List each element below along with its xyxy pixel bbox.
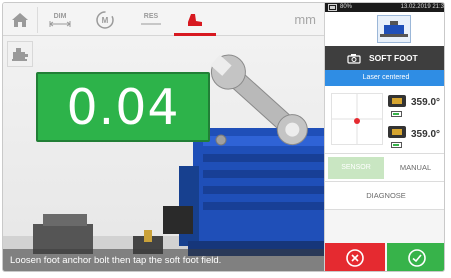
sensor-battery-icon xyxy=(391,111,402,117)
sensor-display: 359.0° 359.0° xyxy=(325,86,444,154)
sensor-angle-top: 359.0° xyxy=(411,97,441,108)
home-button[interactable] xyxy=(3,3,37,36)
dimensions-button[interactable]: DIM xyxy=(39,3,81,36)
status-datetime: 13.02.2019 21:3 xyxy=(400,4,444,10)
machine-thumbnail-icon xyxy=(380,21,408,37)
measure-rotation-icon: M xyxy=(96,10,114,29)
active-tab-indicator xyxy=(174,33,216,36)
results-button[interactable]: RES xyxy=(129,3,173,36)
unit-label[interactable]: mm xyxy=(294,12,316,27)
app-window: 0.04 DIM M RES mm Loosen foot anchor bol… xyxy=(2,2,445,272)
machine-view-button[interactable] xyxy=(7,41,33,67)
machine-thumbnail-area xyxy=(325,12,444,46)
results-line-icon xyxy=(141,23,161,24)
dimension-arrows-icon xyxy=(49,20,71,27)
dim-label: DIM xyxy=(53,12,67,20)
laser-target-graphic xyxy=(332,94,382,144)
instruction-bar: Loosen foot anchor bolt then tap the sof… xyxy=(3,249,324,271)
battery-icon xyxy=(328,4,337,11)
mode-title: SOFT FOOT xyxy=(369,53,418,63)
soft-foot-value: 0.04 xyxy=(66,78,180,136)
soft-foot-icon xyxy=(188,13,202,26)
measure-button[interactable]: M xyxy=(83,3,127,36)
camera-icon xyxy=(347,53,361,64)
mode-title-bar: SOFT FOOT xyxy=(325,46,444,70)
diagnose-button[interactable]: DIAGNOSE xyxy=(325,182,444,210)
home-icon xyxy=(12,12,28,27)
soft-foot-tab[interactable] xyxy=(174,3,216,36)
soft-foot-value-box[interactable]: 0.04 xyxy=(36,72,210,142)
res-label: RES xyxy=(143,12,159,20)
laser-device-icon xyxy=(388,126,406,138)
battery-percent: 80% xyxy=(340,4,353,10)
top-toolbar: DIM M RES mm xyxy=(3,3,324,36)
laser-battery-icon xyxy=(391,142,402,148)
machine-thumbnail[interactable] xyxy=(377,15,411,43)
laser-dot xyxy=(354,118,360,124)
sensor-device-icon xyxy=(388,95,406,107)
toolbar-divider xyxy=(37,7,38,33)
right-panel: 80% 13.02.2019 21:3 SOFT FOOT Laser cent… xyxy=(324,3,444,271)
motor-body xyxy=(163,128,324,256)
machine-scene: 0.04 xyxy=(3,36,324,271)
status-bar: 80% 13.02.2019 21:3 xyxy=(325,3,444,12)
machine-icon xyxy=(12,48,28,61)
manual-button[interactable]: MANUAL xyxy=(387,157,444,179)
laser-target xyxy=(331,93,383,145)
laser-status: Laser centered xyxy=(325,70,444,86)
svg-text:M: M xyxy=(102,16,109,25)
cancel-button[interactable] xyxy=(325,243,385,271)
confirm-button[interactable] xyxy=(387,243,444,271)
close-icon xyxy=(346,249,364,267)
input-mode-row: SENSOR MANUAL xyxy=(325,154,444,182)
sensor-angle-bottom: 359.0° xyxy=(411,129,441,140)
sensor-button[interactable]: SENSOR xyxy=(328,157,384,179)
check-icon xyxy=(408,249,426,267)
